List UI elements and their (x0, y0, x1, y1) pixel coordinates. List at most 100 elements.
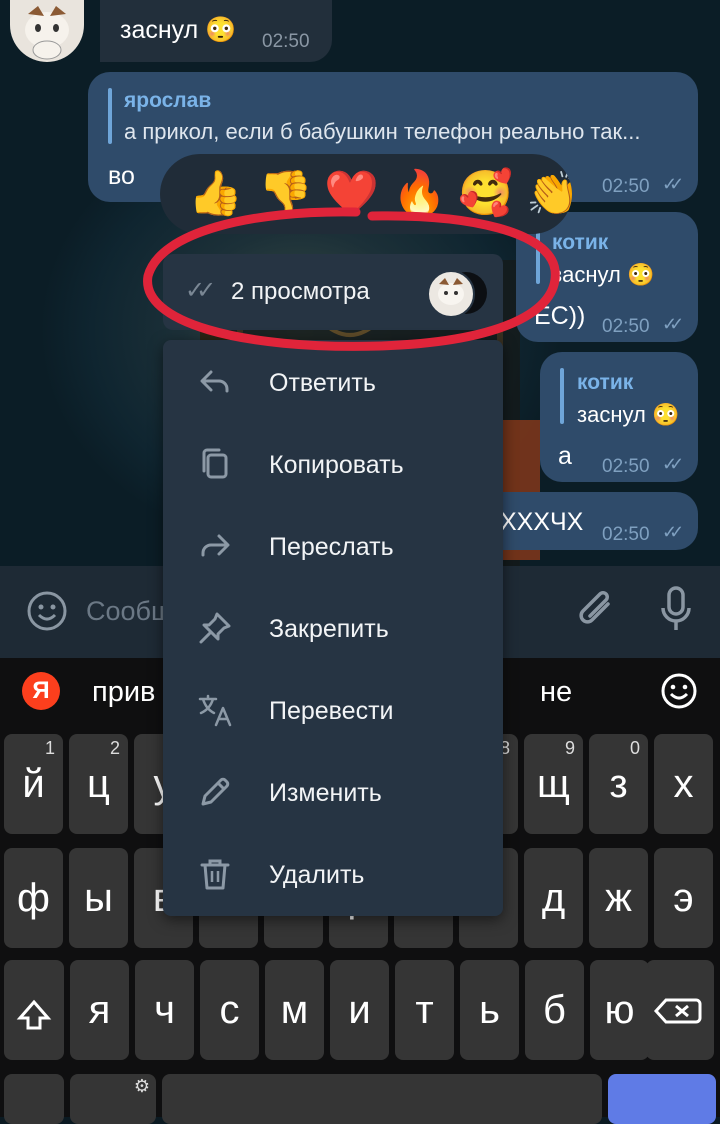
backspace-key[interactable] (646, 960, 714, 1060)
key-number: 9 (564, 738, 575, 758)
menu-item-delete[interactable]: Удалить (163, 834, 503, 916)
menu-item-label: Переслать (269, 533, 394, 561)
menu-item-label: Ответить (269, 369, 376, 397)
key-row3-1[interactable]: я (70, 960, 129, 1060)
key-label: щ (537, 762, 570, 806)
context-menu: Ответить Копировать Переслать Закрепить … (163, 340, 503, 916)
cat-avatar-icon (438, 278, 464, 305)
reaction-smiling-hearts[interactable]: 🥰 (458, 168, 513, 220)
viewer-avatar (427, 270, 475, 318)
key-row3-9[interactable]: ю (590, 960, 649, 1060)
message-time: 02:50 (602, 176, 650, 197)
key-row2-2[interactable]: ы (69, 848, 128, 948)
key-label: м (280, 988, 309, 1032)
reaction-clap[interactable]: 👏 (526, 168, 572, 220)
menu-item-forward[interactable]: Переслать (163, 506, 503, 588)
reaction-fire[interactable]: 🔥 (392, 168, 447, 220)
read-checks-icon: ✓✓ (662, 174, 684, 194)
quote-author: котик (577, 371, 634, 394)
reaction-thumbs-down[interactable]: 👎 (258, 168, 313, 220)
key-number: 1 (44, 738, 55, 758)
key-number: 2 (109, 738, 120, 758)
key-label: э (673, 876, 694, 920)
key-label: б (543, 988, 566, 1032)
key-label: й (22, 762, 45, 806)
key-row3-4[interactable]: м (265, 960, 324, 1060)
message-time: 02:50 (262, 31, 310, 52)
key-row3-8[interactable]: б (525, 960, 584, 1060)
menu-item-reply[interactable]: Ответить (163, 342, 503, 424)
key-1[interactable]: й1 (4, 734, 63, 834)
shift-icon (16, 999, 52, 1030)
key-label: ж (605, 876, 632, 920)
delete-icon (200, 859, 230, 890)
menu-item-label: Перевести (269, 697, 394, 725)
reaction-heart[interactable]: ❤️ (324, 168, 379, 220)
read-checks-icon: ✓✓ (662, 314, 684, 334)
shift-key[interactable] (4, 960, 64, 1060)
read-checks-icon: ✓✓ (662, 522, 684, 542)
keyboard-emoji-icon[interactable] (660, 672, 698, 710)
copy-icon (202, 448, 228, 479)
suggestion[interactable]: не (540, 676, 572, 709)
key-row2-10[interactable]: ж (589, 848, 648, 948)
reactions-bar: 👍 👎 ❤️ 🔥 🥰 👏 (160, 154, 572, 234)
message-time: 02:50 (602, 524, 650, 545)
message-text: а (558, 442, 572, 470)
edit-icon (201, 777, 230, 806)
menu-item-label: Изменить (269, 779, 382, 807)
key-10[interactable]: з0 (589, 734, 648, 834)
quote-author: котик (552, 231, 609, 254)
key-row2-1[interactable]: ф (4, 848, 63, 948)
key-9[interactable]: щ9 (524, 734, 583, 834)
menu-item-pin[interactable]: Закрепить (163, 588, 503, 670)
key-row3-5[interactable]: и (330, 960, 389, 1060)
quote-author: ярослав (124, 89, 212, 112)
menu-item-translate[interactable]: Перевести (163, 670, 503, 752)
key-row3-7[interactable]: ь (460, 960, 519, 1060)
reaction-thumbs-up[interactable]: 👍 (188, 168, 243, 220)
menu-item-label: Удалить (269, 861, 365, 889)
key-label: з (609, 762, 628, 806)
menu-item-copy[interactable]: Копировать (163, 424, 503, 506)
message-time: 02:50 (602, 456, 650, 477)
key-row2-9[interactable]: д (524, 848, 583, 948)
pin-icon (199, 612, 231, 644)
menu-item-label: Закрепить (269, 615, 389, 643)
key-number: 0 (629, 738, 640, 758)
key-label: ч (154, 988, 175, 1032)
read-checks-icon: ✓✓ (662, 454, 684, 474)
message-time: 02:50 (602, 316, 650, 337)
yandex-logo-icon[interactable]: Я (22, 672, 60, 710)
reply-icon (200, 370, 229, 393)
key-label: я (88, 988, 111, 1032)
avatar[interactable] (10, 0, 84, 62)
key-label: т (415, 988, 434, 1032)
quote-text: а прикол, если б бабушкин телефон реальн… (124, 119, 641, 144)
attach-icon[interactable] (578, 590, 618, 634)
key-row3-2[interactable]: ч (135, 960, 194, 1060)
key-label: х (673, 762, 694, 806)
key-11[interactable]: х (654, 734, 713, 834)
menu-item-edit[interactable]: Изменить (163, 752, 503, 834)
key-2[interactable]: ц2 (69, 734, 128, 834)
quote-bar (536, 228, 540, 284)
key-label: ю (604, 988, 635, 1032)
cat-avatar-icon (25, 6, 69, 60)
quote-text: заснул 😳 (552, 262, 655, 287)
key-row2-11[interactable]: э (654, 848, 713, 948)
key-label: ь (479, 988, 500, 1032)
menu-item-label: Копировать (269, 451, 404, 479)
key-row3-6[interactable]: т (395, 960, 454, 1060)
suggestion[interactable]: прив (92, 676, 155, 709)
double-check-icon: ✓✓ (185, 277, 216, 304)
emoji-icon[interactable] (26, 590, 68, 632)
microphone-icon[interactable] (658, 586, 694, 634)
key-label: ф (17, 876, 50, 920)
views-count: 2 просмотра (231, 278, 370, 305)
key-row3-3[interactable]: с (200, 960, 259, 1060)
quote-bar (560, 368, 564, 424)
key-label: д (541, 876, 566, 920)
quote-text: заснул 😳 (577, 402, 680, 427)
views-row[interactable]: ✓✓ 2 просмотра (163, 254, 503, 330)
